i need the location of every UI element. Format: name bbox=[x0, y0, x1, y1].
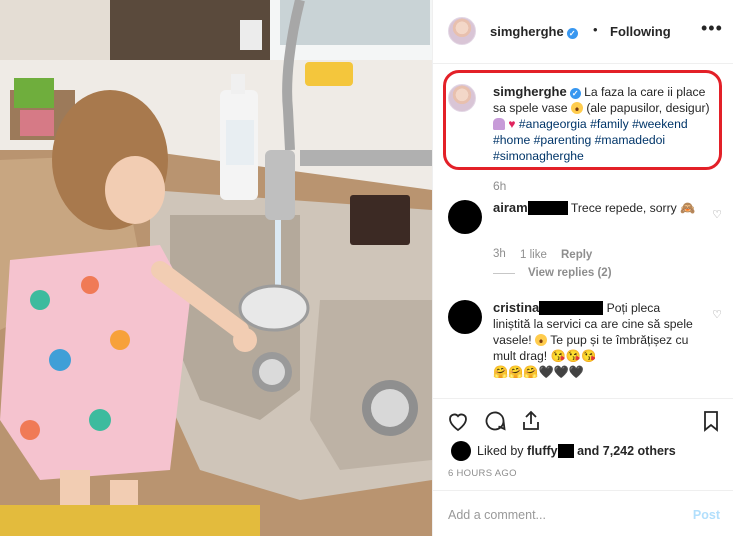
comment-likes-count[interactable]: 1 like bbox=[520, 249, 547, 261]
hashtag[interactable]: #home bbox=[493, 133, 530, 147]
hug-and-heart-emojis-icon: 🤗🤗🤗🖤🖤🖤 bbox=[493, 365, 585, 379]
hashtag[interactable]: #parenting bbox=[534, 133, 592, 147]
verified-badge-icon: ✓ bbox=[569, 88, 581, 99]
redacted-block bbox=[527, 201, 568, 215]
following-button[interactable]: Following bbox=[610, 24, 671, 39]
caption-avatar[interactable] bbox=[448, 84, 476, 112]
comment-like-heart-icon[interactable]: ♡ bbox=[712, 308, 722, 321]
red-heart-emoji-icon: ♥ bbox=[508, 117, 516, 131]
redacted-block bbox=[557, 444, 574, 458]
hashtag[interactable]: #simonagherghe bbox=[493, 149, 584, 163]
likes-count[interactable]: and 7,242 others bbox=[577, 444, 676, 458]
redacted-block bbox=[539, 301, 604, 315]
author-username-text[interactable]: simgherghe bbox=[490, 24, 564, 39]
comment-time[interactable]: 3h bbox=[493, 248, 506, 260]
post-header: simgherghe ✓ • Following ••• bbox=[433, 0, 733, 64]
more-options-icon[interactable]: ••• bbox=[701, 18, 723, 39]
post-actions-bar bbox=[433, 398, 733, 440]
likes-summary[interactable]: Liked by fluffy and 7,242 others bbox=[448, 441, 728, 461]
see-no-evil-emoji-icon: 🙈 bbox=[680, 201, 696, 215]
post-photo[interactable] bbox=[0, 0, 432, 536]
photo-illustration bbox=[0, 0, 432, 536]
liker-avatar[interactable] bbox=[451, 441, 471, 461]
comment-like-heart-icon[interactable]: ♡ bbox=[712, 208, 722, 221]
comment-body: airam Trece repede, sorry 🙈 bbox=[493, 200, 698, 216]
caption-timestamp[interactable]: 6h bbox=[493, 179, 506, 193]
hashtag[interactable]: #family bbox=[590, 117, 629, 131]
hashtag[interactable]: #weekend bbox=[632, 117, 688, 131]
share-icon[interactable] bbox=[519, 409, 543, 433]
reply-button[interactable]: Reply bbox=[561, 249, 592, 261]
hashtag[interactable]: #anageorgia bbox=[519, 117, 587, 131]
post-time-ago[interactable]: 6 HOURS AGO bbox=[448, 468, 517, 479]
commenter-username[interactable]: airam bbox=[493, 200, 528, 215]
likes-prefix: Liked by bbox=[477, 444, 524, 458]
verified-badge-icon: ✓ bbox=[566, 28, 578, 39]
like-heart-icon[interactable] bbox=[446, 409, 470, 433]
author-avatar[interactable] bbox=[448, 17, 476, 45]
bookmark-icon[interactable] bbox=[699, 409, 723, 433]
commenter-avatar[interactable] bbox=[448, 300, 482, 334]
comment-item: cristina Poți pleca liniștită la servici… bbox=[448, 300, 722, 390]
comment-bubble-icon[interactable] bbox=[483, 409, 507, 433]
author-username[interactable]: simgherghe ✓ bbox=[490, 24, 578, 39]
caption-text-part-2: (ale papusilor, desigur) bbox=[586, 101, 710, 115]
caption-username[interactable]: simgherghe ✓ bbox=[493, 84, 581, 99]
separator-dot: • bbox=[593, 22, 598, 37]
laughing-emoji-icon bbox=[535, 334, 548, 346]
liker-username[interactable]: fluffy bbox=[527, 444, 558, 458]
kiss-emojis-icon: 😘😘😘 bbox=[550, 349, 597, 363]
view-replies-button[interactable]: View replies (2) bbox=[528, 267, 612, 279]
comment-text: Trece repede, sorry bbox=[570, 201, 677, 215]
caption-text: simgherghe ✓ La faza la care ii place sa … bbox=[493, 84, 718, 164]
comment-body: cristina Poți pleca liniștită la servici… bbox=[493, 300, 698, 380]
commenter-avatar[interactable] bbox=[448, 200, 482, 234]
hashtag[interactable]: #mamadedoi bbox=[595, 133, 665, 147]
caption-username-text[interactable]: simgherghe bbox=[493, 84, 567, 99]
post-side-panel: simgherghe ✓ • Following ••• simgherghe ✓ … bbox=[432, 0, 733, 536]
add-comment-input[interactable]: Add a comment... bbox=[448, 508, 546, 522]
commenter-username[interactable]: cristina bbox=[493, 300, 539, 315]
laughing-emoji-icon bbox=[570, 102, 583, 114]
person-shrug-emoji-icon bbox=[493, 118, 505, 130]
add-comment-bar: Add a comment... Post bbox=[433, 490, 733, 536]
post-comment-button[interactable]: Post bbox=[693, 508, 720, 522]
likes-text: Liked by fluffy and 7,242 others bbox=[477, 444, 676, 458]
view-replies-line bbox=[493, 273, 515, 274]
